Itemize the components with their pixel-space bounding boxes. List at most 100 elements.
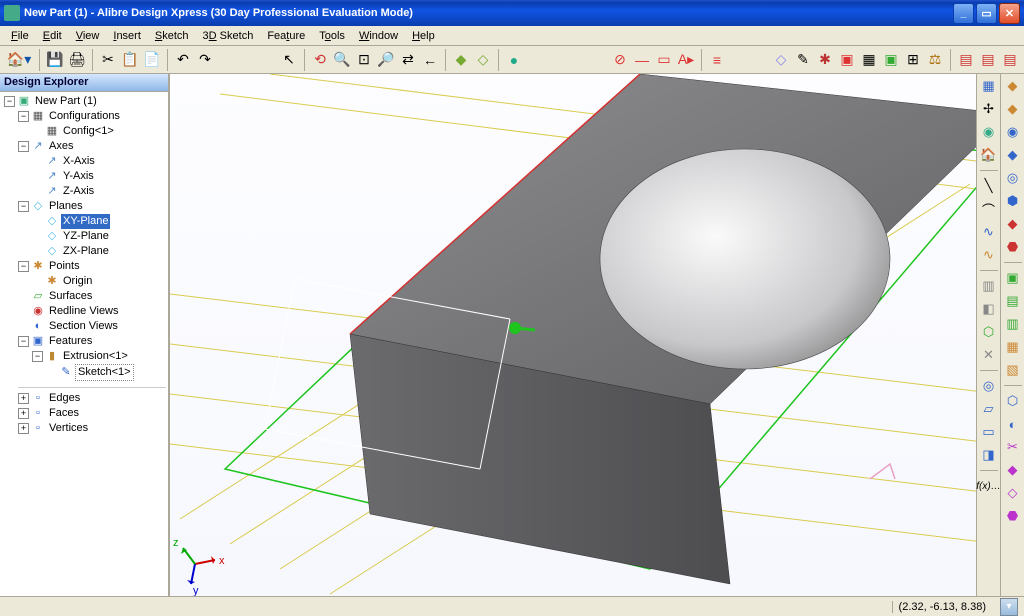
rt2-19[interactable]: ⬣ bbox=[1003, 506, 1023, 526]
rt2-10[interactable]: ▤ bbox=[1003, 291, 1023, 311]
rt1-13[interactable]: ◎ bbox=[979, 376, 999, 396]
pan-button[interactable]: ⇄ bbox=[398, 50, 418, 70]
annot3-button[interactable]: ▭ bbox=[654, 50, 674, 70]
annot5-button[interactable]: ≡ bbox=[707, 50, 727, 70]
rt1-6[interactable]: ⌒ bbox=[979, 199, 999, 219]
misc5-button[interactable]: ▦ bbox=[859, 50, 879, 70]
undo-button[interactable]: ↶ bbox=[173, 50, 193, 70]
rt2-1[interactable]: ◆ bbox=[1003, 76, 1023, 96]
rt2-9[interactable]: ▣ bbox=[1003, 268, 1023, 288]
paste-button[interactable]: 📄 bbox=[142, 50, 162, 70]
menu-tools[interactable]: Tools bbox=[312, 28, 352, 44]
status-indicator[interactable]: ▾ bbox=[1000, 598, 1018, 616]
tree-toggle[interactable]: − bbox=[4, 96, 15, 107]
copy-button[interactable]: 📋 bbox=[120, 50, 140, 70]
rt1-10[interactable]: ◧ bbox=[979, 299, 999, 319]
rt1-12[interactable]: ✕ bbox=[979, 345, 999, 365]
tree-root[interactable]: New Part (1) bbox=[33, 94, 99, 109]
maximize-button[interactable]: ▭ bbox=[976, 3, 997, 24]
rt2-2[interactable]: ◆ bbox=[1003, 99, 1023, 119]
tree-toggle[interactable]: − bbox=[32, 351, 43, 362]
rt2-14[interactable]: ⬡ bbox=[1003, 391, 1023, 411]
misc3-button[interactable]: ✱ bbox=[815, 50, 835, 70]
menu-edit[interactable]: Edit bbox=[36, 28, 69, 44]
menu-sketch[interactable]: Sketch bbox=[148, 28, 196, 44]
print-button[interactable]: 🖨 bbox=[67, 50, 87, 70]
tree-vertices[interactable]: Vertices bbox=[47, 421, 90, 436]
shade2-button[interactable]: ◇ bbox=[473, 50, 493, 70]
annot1-button[interactable]: ⊘ bbox=[610, 50, 630, 70]
tree-yaxis[interactable]: Y-Axis bbox=[61, 169, 96, 184]
tree-surfaces[interactable]: Surfaces bbox=[47, 289, 94, 304]
misc1-button[interactable]: ◇ bbox=[771, 50, 791, 70]
pdf1-button[interactable]: ▤ bbox=[956, 50, 976, 70]
misc7-button[interactable]: ⊞ bbox=[903, 50, 923, 70]
tree-toggle[interactable]: − bbox=[18, 111, 29, 122]
rt1-11[interactable]: ⬡ bbox=[979, 322, 999, 342]
tree-axes[interactable]: Axes bbox=[47, 139, 75, 154]
tree-toggle[interactable]: − bbox=[18, 336, 29, 347]
close-button[interactable]: ✕ bbox=[999, 3, 1020, 24]
rotate-button[interactable]: ⟲ bbox=[310, 50, 330, 70]
rt2-17[interactable]: ◆ bbox=[1003, 460, 1023, 480]
rt1-3[interactable]: ◉ bbox=[979, 122, 999, 142]
tree-features[interactable]: Features bbox=[47, 334, 94, 349]
rt1-9[interactable]: ▥ bbox=[979, 276, 999, 296]
zoom-fit-button[interactable]: ⊡ bbox=[354, 50, 374, 70]
tree-planes[interactable]: Planes bbox=[47, 199, 85, 214]
rt2-13[interactable]: ▧ bbox=[1003, 360, 1023, 380]
pdf2-button[interactable]: ▤ bbox=[978, 50, 998, 70]
rt1-14[interactable]: ▱ bbox=[979, 399, 999, 419]
rt1-2[interactable]: ✢ bbox=[979, 99, 999, 119]
tree-xaxis[interactable]: X-Axis bbox=[61, 154, 97, 169]
cut-button[interactable]: ✂ bbox=[98, 50, 118, 70]
rt1-17[interactable]: f(x)… bbox=[979, 476, 999, 496]
pdf3-button[interactable]: ▤ bbox=[1000, 50, 1020, 70]
rt1-16[interactable]: ◨ bbox=[979, 445, 999, 465]
tree-xyplane[interactable]: XY-Plane bbox=[61, 214, 110, 229]
rt1-1[interactable]: ▦ bbox=[979, 76, 999, 96]
tree-toggle[interactable]: + bbox=[18, 408, 29, 419]
annot2-button[interactable]: — bbox=[632, 50, 652, 70]
prev-view-button[interactable]: ← bbox=[420, 50, 440, 70]
rt2-11[interactable]: ▥ bbox=[1003, 314, 1023, 334]
tree-section[interactable]: Section Views bbox=[47, 319, 120, 334]
menu-3dsketch[interactable]: 3D Sketch bbox=[196, 28, 261, 44]
misc4-button[interactable]: ▣ bbox=[837, 50, 857, 70]
tree-zaxis[interactable]: Z-Axis bbox=[61, 184, 96, 199]
tree-zxplane[interactable]: ZX-Plane bbox=[61, 244, 111, 259]
menu-window[interactable]: Window bbox=[352, 28, 405, 44]
menu-file[interactable]: File bbox=[4, 28, 36, 44]
menu-view[interactable]: View bbox=[69, 28, 107, 44]
rt2-4[interactable]: ◆ bbox=[1003, 145, 1023, 165]
tree-redline[interactable]: Redline Views bbox=[47, 304, 121, 319]
tree-toggle[interactable]: + bbox=[18, 393, 29, 404]
rt1-5[interactable]: ╲ bbox=[979, 176, 999, 196]
zoom-in-button[interactable]: 🔎 bbox=[376, 50, 396, 70]
home-dropdown-button[interactable]: 🏠▾ bbox=[4, 50, 34, 70]
shade1-button[interactable]: ◆ bbox=[451, 50, 471, 70]
rt2-18[interactable]: ◇ bbox=[1003, 483, 1023, 503]
misc2-button[interactable]: ✎ bbox=[793, 50, 813, 70]
menu-help[interactable]: Help bbox=[405, 28, 442, 44]
tree-yzplane[interactable]: YZ-Plane bbox=[61, 229, 111, 244]
tree-points[interactable]: Points bbox=[47, 259, 82, 274]
tree-toggle[interactable]: − bbox=[18, 261, 29, 272]
rt2-7[interactable]: ◆ bbox=[1003, 214, 1023, 234]
tree-toggle[interactable]: − bbox=[18, 201, 29, 212]
tree-configurations[interactable]: Configurations bbox=[47, 109, 122, 124]
tree-config1[interactable]: Config<1> bbox=[61, 124, 116, 139]
tree-sketch1[interactable]: Sketch<1> bbox=[75, 364, 134, 381]
rt2-16[interactable]: ✂ bbox=[1003, 437, 1023, 457]
rt1-7[interactable]: ∿ bbox=[979, 222, 999, 242]
menu-insert[interactable]: Insert bbox=[106, 28, 148, 44]
rt2-3[interactable]: ◉ bbox=[1003, 122, 1023, 142]
redo-button[interactable]: ↷ bbox=[195, 50, 215, 70]
menu-feature[interactable]: Feature bbox=[260, 28, 312, 44]
rt2-6[interactable]: ⬢ bbox=[1003, 191, 1023, 211]
rt1-4[interactable]: 🏠 bbox=[979, 145, 999, 165]
minimize-button[interactable]: _ bbox=[953, 3, 974, 24]
tree-edges[interactable]: Edges bbox=[47, 391, 82, 406]
tree-toggle[interactable]: + bbox=[18, 423, 29, 434]
misc8-button[interactable]: ⚖ bbox=[925, 50, 945, 70]
